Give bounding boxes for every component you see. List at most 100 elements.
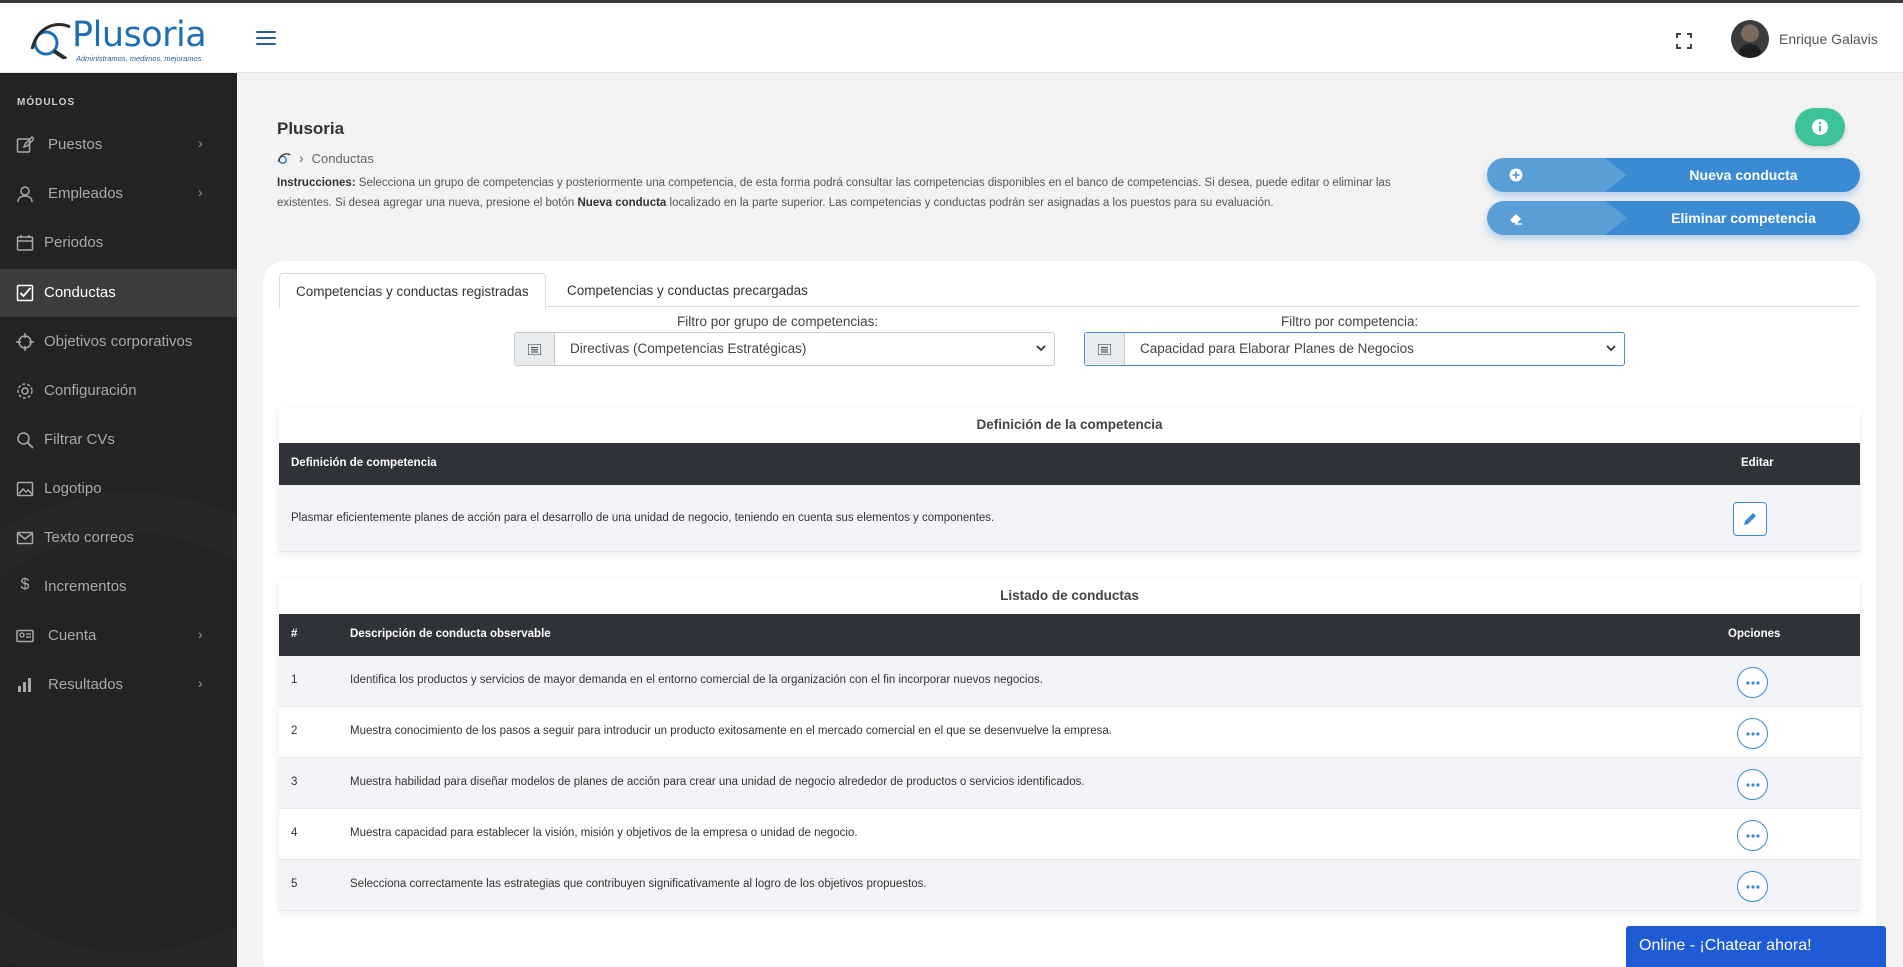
sidebar-item-label: Incrementos: [44, 578, 127, 595]
pill-notch: [1605, 201, 1627, 235]
ellipsis-icon: [1745, 782, 1760, 787]
row-number: 4: [291, 827, 298, 839]
sidebar-item-objetivos[interactable]: Objetivos corporativos: [0, 318, 237, 366]
sidebar-item-configuracion[interactable]: Configuración: [0, 367, 237, 415]
sidebar: MÓDULOS Puestos › Empleados › Periodos C…: [0, 73, 237, 967]
ellipsis-icon: [1745, 680, 1760, 685]
definition-section: Definición de la competencia Definición …: [279, 407, 1860, 552]
row-options-button[interactable]: [1737, 820, 1768, 851]
sidebar-heading: MÓDULOS: [17, 97, 76, 108]
sidebar-item-texto-correos[interactable]: Texto correos: [0, 514, 237, 562]
home-logo-icon[interactable]: [277, 152, 291, 165]
chevron-down-icon: [1606, 345, 1616, 352]
gear-icon: [17, 383, 33, 399]
sidebar-item-label: Periodos: [44, 234, 104, 251]
row-description: Identifica los productos y servicios de …: [350, 674, 1043, 686]
conducts-section: Listado de conductas # Descripción de co…: [279, 578, 1860, 911]
delete-competency-button[interactable]: Eliminar competencia: [1487, 201, 1860, 235]
definition-row: Plasmar eficientemente planes de acción …: [279, 485, 1860, 552]
row-options-button[interactable]: [1737, 667, 1768, 698]
checkbox-icon: [16, 284, 34, 302]
user-icon: [17, 186, 33, 203]
breadcrumb: › Conductas: [277, 150, 374, 166]
row-options-button[interactable]: [1737, 871, 1768, 902]
user-name[interactable]: Enrique Galavis: [1779, 31, 1878, 47]
sidebar-item-label: Cuenta: [48, 627, 97, 644]
tab-bar: Competencias y conductas registradas Com…: [279, 273, 1859, 309]
sidebar-item-resultados[interactable]: Resultados ›: [0, 661, 237, 709]
eraser-icon: [1510, 214, 1522, 225]
new-conduct-label: Nueva conducta: [1689, 167, 1798, 183]
column-header-number: #: [291, 628, 298, 640]
table-row: 2 Muestra conocimiento de los pasos a se…: [279, 707, 1860, 758]
info-button[interactable]: [1795, 108, 1845, 146]
content-card: Competencias y conductas registradas Com…: [263, 261, 1876, 967]
delete-competency-label: Eliminar competencia: [1671, 210, 1816, 226]
tab-registradas[interactable]: Competencias y conductas registradas: [279, 273, 546, 309]
avatar[interactable]: [1731, 20, 1769, 58]
group-filter-select[interactable]: Directivas (Competencias Estratégicas): [514, 332, 1055, 366]
group-filter-value: Directivas (Competencias Estratégicas): [570, 341, 807, 356]
instructions-text: Instrucciones: Selecciona un grupo de co…: [277, 173, 1407, 213]
plus-circle-icon: [1509, 168, 1523, 182]
brand-name: Plusoria: [72, 15, 207, 55]
sidebar-item-periodos[interactable]: Periodos: [0, 219, 237, 267]
ellipsis-icon: [1745, 731, 1760, 736]
breadcrumb-separator-icon: ›: [299, 150, 304, 166]
brand-logo[interactable]: Plusoria Administramos, medimos, mejoram…: [28, 15, 208, 63]
chevron-right-icon: ›: [198, 626, 203, 642]
new-conduct-button[interactable]: Nueva conducta: [1487, 158, 1860, 192]
sidebar-item-label: Resultados: [48, 676, 124, 693]
row-description: Muestra conocimiento de los pasos a segu…: [350, 725, 1112, 737]
column-header-description: Descripción de conducta observable: [350, 628, 551, 640]
sidebar-item-logotipo[interactable]: Logotipo: [0, 465, 237, 513]
group-filter-label: Filtro por grupo de competencias:: [677, 314, 879, 329]
column-header-definition: Definición de competencia: [291, 457, 437, 469]
menu-toggle-icon[interactable]: [256, 31, 276, 47]
competency-filter-label: Filtro por competencia:: [1281, 314, 1419, 329]
sidebar-item-conductas[interactable]: Conductas: [0, 269, 237, 317]
info-icon: [1812, 119, 1828, 135]
fullscreen-icon[interactable]: [1676, 33, 1692, 49]
list-icon: [515, 333, 555, 365]
mail-icon: [16, 531, 34, 545]
sidebar-item-filtrar-cvs[interactable]: Filtrar CVs: [0, 416, 237, 464]
edit-definition-button[interactable]: [1733, 502, 1767, 536]
sidebar-item-incrementos[interactable]: $ Incrementos: [0, 563, 237, 611]
sidebar-item-cuenta[interactable]: Cuenta ›: [0, 612, 237, 660]
row-options-button[interactable]: [1737, 718, 1768, 749]
conducts-title: Listado de conductas: [1000, 588, 1139, 603]
sidebar-item-empleados[interactable]: Empleados ›: [0, 170, 237, 218]
definition-title: Definición de la competencia: [976, 417, 1163, 432]
sidebar-item-label: Logotipo: [44, 480, 102, 497]
instructions-bold: Nueva conducta: [577, 197, 667, 209]
chevron-right-icon: ›: [198, 184, 203, 200]
chevron-down-icon: [1036, 345, 1046, 352]
sidebar-item-label: Filtrar CVs: [44, 431, 115, 448]
list-icon: [1085, 333, 1125, 365]
sidebar-item-puestos[interactable]: Puestos ›: [0, 121, 237, 169]
ellipsis-icon: [1745, 833, 1760, 838]
table-row: 3 Muestra habilidad para diseñar modelos…: [279, 758, 1860, 809]
page-title: Plusoria: [277, 119, 345, 138]
pill-notch: [1605, 158, 1627, 192]
chat-widget-button[interactable]: Online - ¡Chatear ahora!: [1626, 926, 1886, 967]
row-number: 2: [291, 725, 298, 737]
top-header: Plusoria Administramos, medimos, mejoram…: [0, 0, 1903, 73]
table-row: 4 Muestra capacidad para establecer la v…: [279, 809, 1860, 860]
row-number: 5: [291, 878, 298, 890]
brand-tagline: Administramos, medimos, mejoramos: [76, 54, 202, 63]
definition-table-header: Definición de competencia Editar: [279, 443, 1860, 485]
ellipsis-icon: [1745, 884, 1760, 889]
id-card-icon: [16, 629, 34, 643]
competency-filter-select[interactable]: Capacidad para Elaborar Planes de Negoci…: [1084, 332, 1625, 366]
sidebar-item-label: Conductas: [44, 284, 116, 301]
chevron-right-icon: ›: [198, 135, 203, 151]
row-options-button[interactable]: [1737, 769, 1768, 800]
row-number: 3: [291, 776, 298, 788]
breadcrumb-current: Conductas: [311, 150, 374, 166]
table-row: 1 Identifica los productos y servicios d…: [279, 656, 1860, 707]
bar-chart-icon: [18, 678, 31, 692]
tab-precargadas[interactable]: Competencias y conductas precargadas: [551, 273, 824, 309]
pencil-icon: [1744, 513, 1756, 525]
